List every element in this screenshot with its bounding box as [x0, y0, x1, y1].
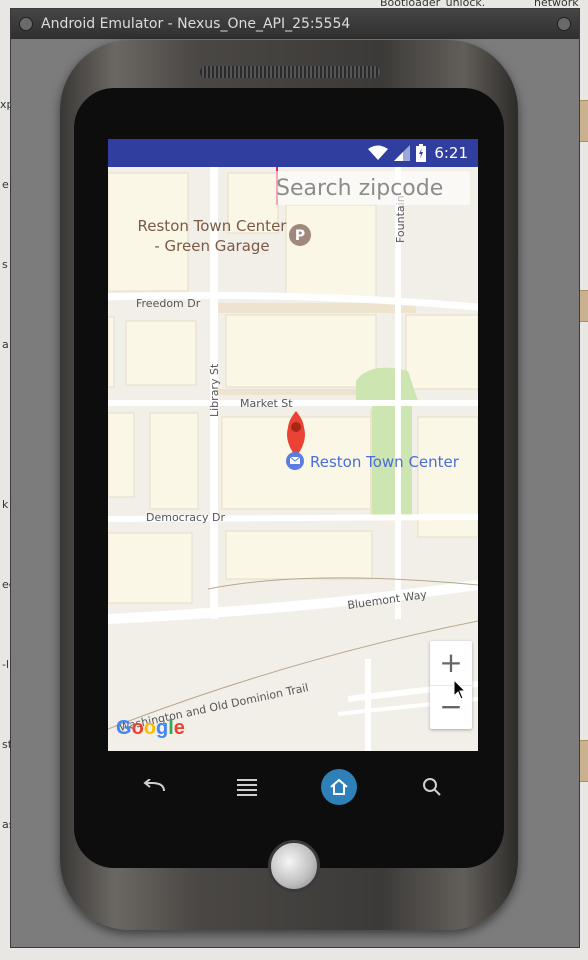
street-label: Democracy Dr	[146, 511, 226, 524]
poi-garage-line2: - Green Garage	[154, 237, 269, 255]
trackball[interactable]	[268, 840, 320, 892]
search-icon	[422, 778, 441, 796]
window-close-icon[interactable]	[19, 17, 33, 31]
wifi-icon	[368, 145, 389, 160]
desktop-text: a	[2, 338, 9, 351]
street-label: Library St	[208, 363, 221, 417]
search-zipcode-input[interactable]	[276, 171, 470, 205]
search-button[interactable]	[412, 767, 452, 807]
menu-button[interactable]	[227, 767, 267, 807]
post-office-icon	[286, 452, 304, 470]
google-logo: Google	[116, 717, 185, 739]
marker-label: Reston Town Center	[310, 453, 460, 471]
device-screen: 6:21 P Reston Town Center - Green Garage…	[108, 139, 478, 751]
back-button[interactable]	[134, 767, 174, 807]
street-label: Freedom Dr	[136, 297, 201, 310]
map-view[interactable]: P Reston Town Center - Green Garage Free…	[108, 167, 478, 751]
desktop-text: k	[2, 498, 9, 511]
status-bar: 6:21	[108, 139, 478, 167]
street-label: Market St	[240, 397, 293, 410]
signal-icon	[394, 145, 411, 161]
mouse-pointer-icon	[453, 679, 467, 700]
hardware-navbar	[108, 760, 478, 814]
desktop-text: s	[2, 258, 8, 271]
menu-icon	[236, 779, 257, 796]
battery-icon	[416, 144, 427, 162]
phone-speaker	[200, 66, 380, 78]
parking-badge-label: P	[295, 228, 305, 244]
home-button[interactable]	[319, 767, 359, 807]
window-titlebar[interactable]: Android Emulator - Nexus_One_API_25:5554	[11, 9, 579, 39]
desktop-text: e	[2, 178, 9, 191]
status-time: 6:21	[434, 144, 468, 162]
desktop-text: -l	[2, 658, 10, 671]
window-title: Android Emulator - Nexus_One_API_25:5554	[41, 16, 351, 32]
window-maximize-icon[interactable]	[557, 17, 571, 31]
poi-garage-line1: Reston Town Center	[138, 217, 288, 235]
home-icon	[330, 778, 348, 795]
back-icon	[143, 779, 166, 792]
